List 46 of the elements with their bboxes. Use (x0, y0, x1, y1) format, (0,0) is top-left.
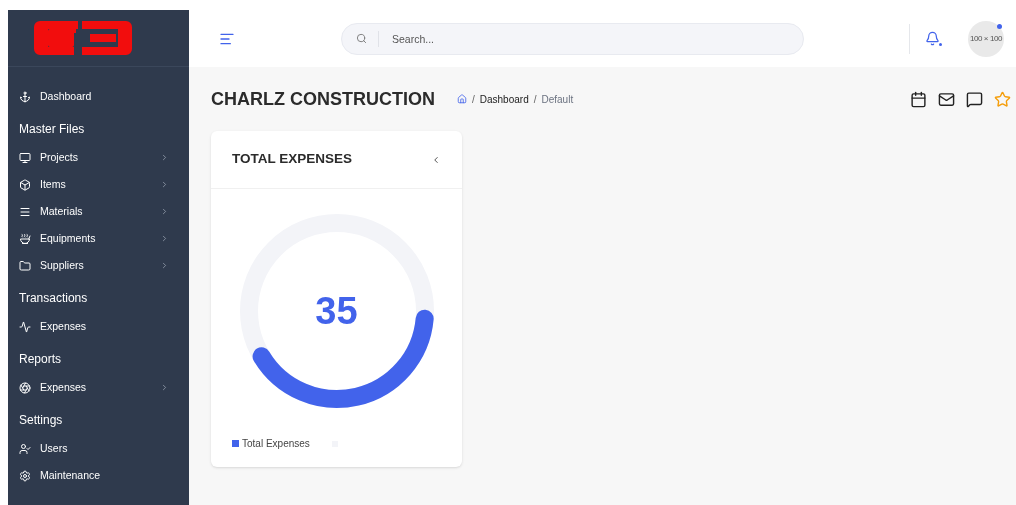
bowl-icon (19, 232, 31, 245)
sidebar-item[interactable]: Equipments (8, 225, 189, 252)
card-title: TOTAL EXPENSES (232, 150, 354, 169)
collapse-icon[interactable] (431, 154, 441, 165)
logo-icon (34, 21, 132, 55)
star-icon[interactable] (994, 90, 1011, 108)
breadcrumb-item: Default (541, 92, 574, 107)
breadcrumb-separator: / (472, 92, 475, 107)
section-heading: Master Files (19, 122, 85, 136)
sidebar-item[interactable]: Users (8, 435, 189, 462)
aperture-icon (19, 381, 31, 394)
sidebar-item[interactable]: Dashboard (8, 83, 189, 110)
mail-icon[interactable] (938, 90, 955, 108)
sidebar-item[interactable]: Maintenance (8, 462, 189, 489)
bars-icon (19, 205, 31, 218)
folder-icon (19, 259, 31, 272)
sidebar-item[interactable]: Expenses (8, 313, 189, 340)
home-icon[interactable] (457, 94, 467, 104)
sidebar-item[interactable]: Items (8, 171, 189, 198)
section-heading: Settings (19, 413, 63, 427)
section-heading: Transactions (19, 291, 88, 305)
breadcrumb-separator: / (533, 92, 537, 107)
breadcrumb-item[interactable]: Dashboard (479, 91, 529, 107)
gauge-value: 35 (315, 288, 358, 334)
legend-swatch (232, 440, 239, 447)
search-field[interactable]: Search... (341, 22, 804, 55)
notification-button[interactable] (925, 31, 940, 46)
sidebar-item[interactable]: Projects (8, 144, 189, 171)
section-heading: Reports (19, 352, 62, 366)
user-icon (19, 442, 31, 455)
box-icon (19, 178, 31, 191)
calendar-icon[interactable] (910, 90, 927, 108)
monitor-icon (19, 151, 31, 164)
settings-icon (19, 469, 31, 482)
avatar-placeholder-text: 100 × 100 (969, 34, 1003, 43)
page-title: CHARLZ CONSTRUCTION (211, 87, 435, 111)
anchor-icon (19, 90, 31, 103)
avatar[interactable]: 100 × 100 (968, 20, 1004, 57)
search-icon (356, 32, 367, 44)
sidebar-item[interactable]: Suppliers (8, 252, 189, 279)
sidebar-item[interactable]: Expenses (8, 374, 189, 401)
pulse-icon (19, 320, 31, 333)
sidebar-item[interactable]: Materials (8, 198, 189, 225)
chat-icon[interactable] (966, 90, 983, 108)
bell-icon (925, 31, 940, 46)
legend-label: Total Expenses (242, 437, 310, 451)
